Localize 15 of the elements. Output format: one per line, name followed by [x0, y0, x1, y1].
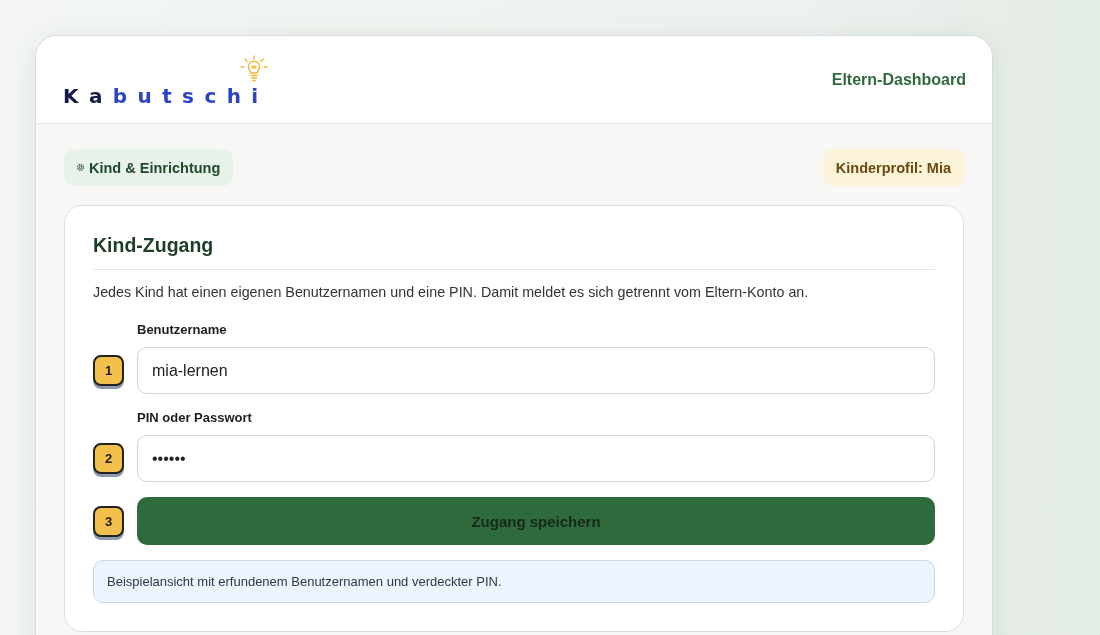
step-number-badge: 2 [93, 443, 124, 474]
step-number-badge: 3 [93, 505, 124, 537]
field-label: PIN oder Passwort [137, 409, 252, 427]
info-note: Beispielansicht mit erfundenem Benutzernamen und verdeckter PIN. [93, 560, 935, 603]
section-label: Kind & Einrichtung [89, 159, 221, 176]
card-description: Jedes Kind hat einen eigenen Benutzernamen und eine PIN. Damit meldet es sich getrennt vom Eltern-Konto an. [93, 283, 809, 302]
dashboard-link[interactable]: Eltern-Dashboard [831, 70, 966, 89]
input-field[interactable]: •••••• [137, 435, 935, 482]
field-label: Benutzername [137, 321, 227, 339]
gear-icon [76, 163, 85, 172]
input-field[interactable]: mia-lernen [137, 347, 935, 394]
profile-badge: Kinderprofil: Mia [822, 149, 964, 186]
card-title: Kind-Zugang [93, 233, 214, 257]
step-number-badge: 1 [93, 355, 124, 386]
logo-wordmark: Ka butschi [63, 84, 269, 107]
